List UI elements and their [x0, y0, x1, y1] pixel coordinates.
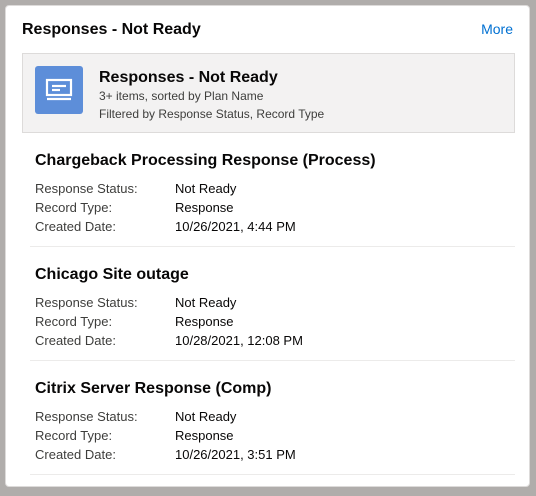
- field-value-created-date: 10/26/2021, 4:44 PM: [175, 219, 296, 234]
- field-value-record-type: Response: [175, 200, 234, 215]
- record-title-link[interactable]: Citrix Server Response (Comp): [35, 379, 272, 399]
- summary-title: Responses - Not Ready: [99, 69, 278, 86]
- field-value-status: Not Ready: [175, 181, 237, 196]
- card-header: Responses - Not Ready More: [22, 6, 513, 52]
- field-label-created-date: Created Date:: [35, 333, 116, 348]
- summary-filters: Filtered by Response Status, Record Type: [99, 107, 325, 121]
- field-label-status: Response Status:: [35, 295, 138, 310]
- list-view-icon-glyph: [45, 78, 73, 101]
- list-item: Citrix Server Response (Comp) Response S…: [30, 361, 515, 475]
- field-value-created-date: 10/26/2021, 3:51 PM: [175, 447, 296, 462]
- list-item: Chicago Site outage Response Status: Not…: [30, 247, 515, 361]
- field-label-status: Response Status:: [35, 409, 138, 424]
- field-label-record-type: Record Type:: [35, 200, 113, 215]
- record-title-link[interactable]: Chicago Site outage: [35, 265, 189, 285]
- field-label-record-type: Record Type:: [35, 428, 113, 443]
- record-title-link[interactable]: Chargeback Processing Response (Process): [35, 151, 376, 171]
- field-label-status: Response Status:: [35, 181, 138, 196]
- related-list-card: Responses - Not Ready More Responses - N…: [5, 5, 530, 487]
- more-link[interactable]: More: [481, 20, 513, 38]
- field-value-status: Not Ready: [175, 409, 237, 424]
- field-value-created-date: 10/28/2021, 12:08 PM: [175, 333, 303, 348]
- list-item: Chargeback Processing Response (Process)…: [30, 133, 515, 247]
- field-label-created-date: Created Date:: [35, 219, 116, 234]
- card-title: Responses - Not Ready: [22, 21, 201, 38]
- field-label-record-type: Record Type:: [35, 314, 113, 329]
- list-view-icon: [35, 66, 83, 114]
- summary-item-count: 3+ items, sorted by Plan Name: [99, 89, 264, 103]
- field-label-created-date: Created Date:: [35, 447, 116, 462]
- field-value-status: Not Ready: [175, 295, 237, 310]
- field-value-record-type: Response: [175, 314, 234, 329]
- list-summary: Responses - Not Ready 3+ items, sorted b…: [22, 53, 515, 133]
- field-value-record-type: Response: [175, 428, 234, 443]
